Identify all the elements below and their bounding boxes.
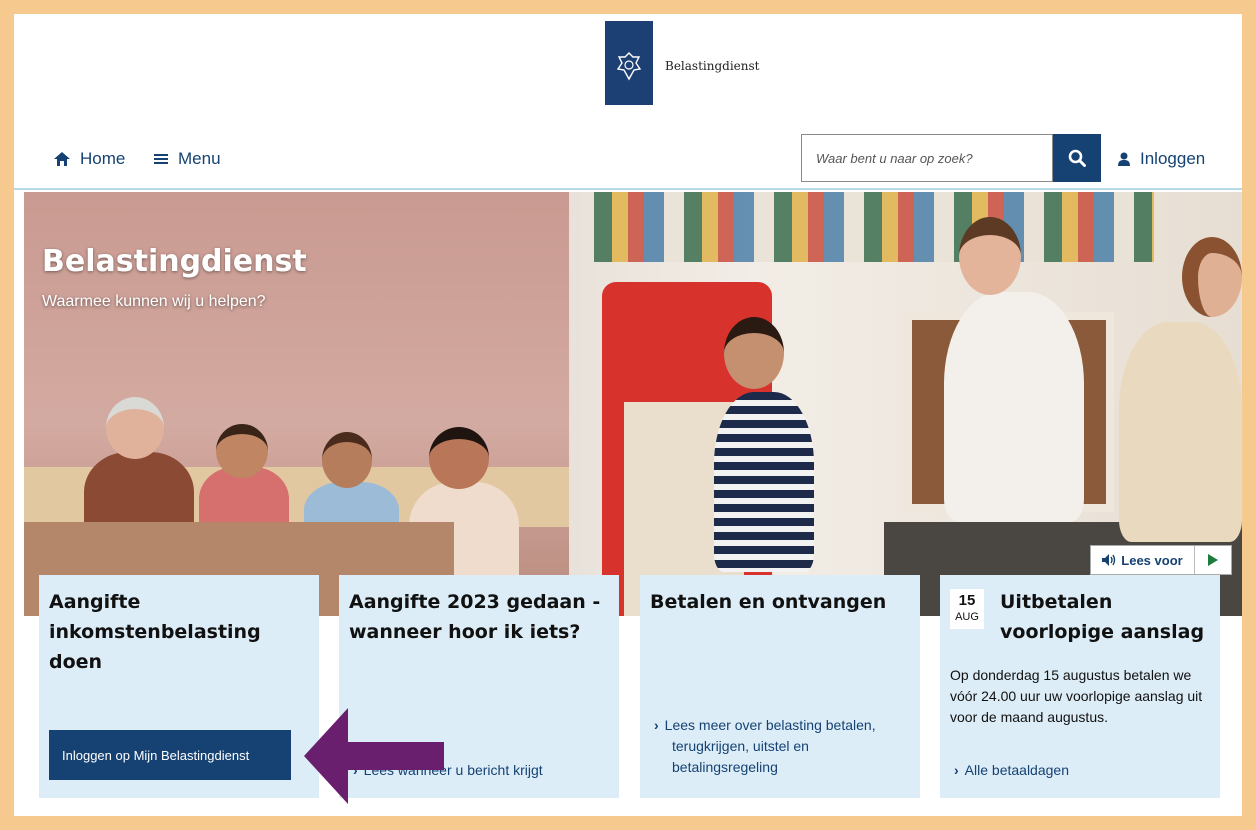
search-input[interactable] [802, 135, 1052, 181]
read-aloud-widget: Lees voor [1090, 545, 1232, 575]
card-link-label: Lees meer over belasting betalen, terugk… [664, 717, 876, 775]
play-icon [1208, 554, 1218, 566]
login-mijn-belastingdienst-button[interactable]: Inloggen op Mijn Belastingdienst [49, 730, 291, 780]
date-day: 15 [958, 592, 976, 609]
date-month: AUG [955, 611, 979, 623]
search-field[interactable] [801, 134, 1053, 182]
logo[interactable]: Belastingdienst [605, 21, 805, 105]
main-navigation: Home Menu Inloggen [14, 134, 1242, 190]
play-button[interactable] [1195, 546, 1231, 574]
date-badge: 15 AUG [950, 589, 984, 629]
card-title: Betalen en ontvangen [650, 591, 887, 613]
nav-login[interactable]: Inloggen [1118, 149, 1205, 169]
hamburger-icon [154, 154, 168, 164]
card-title: Aangifte 2023 gedaan - wanneer hoor ik i… [349, 591, 601, 643]
nav-login-label: Inloggen [1140, 149, 1206, 168]
card-text: Op donderdag 15 augustus betalen we vóór… [950, 667, 1203, 725]
card-aangifte-inkomstenbelasting: Aangifte inkomstenbelasting doen Inlogge… [39, 575, 319, 798]
card-title: Uitbetalen voorlopige aanslag [1000, 591, 1205, 643]
page-frame: Belastingdienst Home Menu Waar bent u na… [14, 14, 1242, 816]
nav-home-label: Home [80, 149, 126, 168]
card-link[interactable]: › Lees meer over belasting betalen, terug… [654, 715, 904, 778]
card-title: Aangifte inkomstenbelasting doen [49, 591, 261, 673]
read-aloud-button[interactable]: Lees voor [1091, 546, 1195, 574]
nav-menu[interactable]: Menu [154, 149, 221, 169]
card-link[interactable]: › Alle betaaldagen [954, 760, 1204, 781]
annotation-arrow-icon [304, 708, 444, 804]
hero-subtitle: Waarmee kunnen wij u helpen? [42, 293, 266, 310]
search-icon [1068, 149, 1086, 167]
card-betalen-en-ontvangen: Betalen en ontvangen › Lees meer over bel… [640, 575, 920, 798]
card-uitbetalen-voorlopige-aanslag: 15 AUG Uitbetalen voorlopige aanslag Op … [940, 575, 1220, 798]
card-link-label: Alle betaaldagen [964, 762, 1069, 778]
read-aloud-label: Lees voor [1121, 552, 1183, 568]
chevron-right-icon: › [654, 717, 659, 733]
logo-text: Belastingdienst [665, 59, 760, 73]
nav-home[interactable]: Home [54, 149, 125, 169]
home-icon [54, 152, 70, 166]
user-icon [1118, 152, 1130, 166]
coat-of-arms-logo [605, 21, 653, 105]
nav-menu-label: Menu [178, 149, 221, 168]
hero-title: Belastingdienst [42, 244, 307, 279]
chevron-right-icon: › [954, 762, 959, 778]
speaker-icon [1102, 554, 1116, 566]
search-button[interactable] [1053, 134, 1101, 182]
